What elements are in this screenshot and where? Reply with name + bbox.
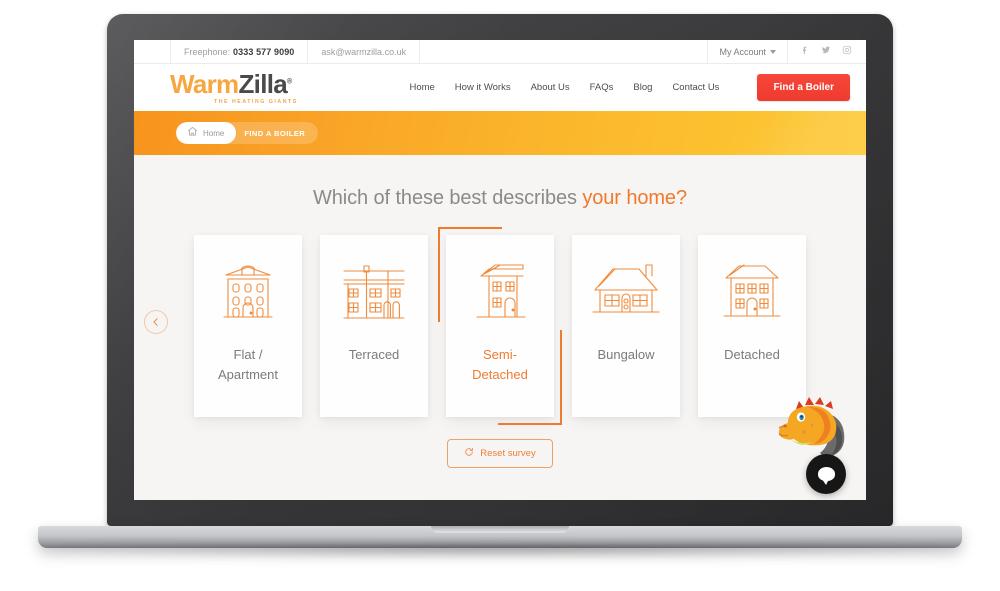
back-button[interactable] — [144, 310, 168, 334]
breadcrumb-item-home[interactable]: Home — [176, 122, 237, 144]
option-card-terraced[interactable]: Terraced — [320, 235, 428, 417]
terraced-house-icon — [320, 235, 428, 345]
website-viewport: Freephone: 0333 577 9090 ask@warmzilla.c… — [134, 40, 866, 500]
refresh-icon — [464, 447, 474, 460]
utility-spacer — [420, 40, 709, 63]
chat-bubble-icon — [817, 467, 835, 485]
nav-link-faqs[interactable]: FAQs — [590, 82, 614, 93]
breadcrumb-bar: Home FIND A BOILER — [134, 111, 866, 155]
instagram-icon[interactable] — [842, 45, 852, 58]
nav-link-how-it-works[interactable]: How it Works — [455, 82, 511, 93]
breadcrumb-home-label: Home — [203, 128, 225, 138]
chevron-left-icon — [153, 318, 158, 326]
chat-widget — [768, 395, 860, 500]
nav-link-home[interactable]: Home — [409, 82, 434, 93]
bungalow-icon — [572, 235, 680, 345]
phone-label: Freephone: — [184, 46, 231, 57]
twitter-icon[interactable] — [821, 45, 831, 58]
main-navigation: WarmZilla® THE HEATING GIANTS Home How i… — [134, 64, 866, 111]
detached-house-icon — [698, 235, 806, 345]
logo-warm-text: Warm — [170, 68, 239, 99]
email-cell[interactable]: ask@warmzilla.co.uk — [308, 40, 421, 63]
logo-tagline: THE HEATING GIANTS — [214, 98, 298, 105]
heading-highlight-text: your home? — [582, 187, 687, 209]
reset-row: Reset survey — [134, 439, 866, 468]
option-card-semi-detached[interactable]: Semi- Detached — [438, 227, 562, 425]
chevron-down-icon — [770, 49, 776, 54]
reset-survey-button[interactable]: Reset survey — [447, 439, 553, 468]
dinosaur-mascot[interactable] — [774, 395, 848, 457]
option-card-detached[interactable]: Detached — [698, 235, 806, 417]
laptop-mockup: Freephone: 0333 577 9090 ask@warmzilla.c… — [0, 0, 1000, 591]
option-label: Terraced — [348, 347, 400, 362]
nav-link-about-us[interactable]: About Us — [531, 82, 570, 93]
page-title: Which of these best describes your home? — [134, 155, 866, 210]
logo-wordmark: WarmZilla® — [170, 68, 292, 99]
facebook-icon[interactable] — [800, 45, 810, 58]
option-label: Flat / Apartment — [218, 347, 278, 382]
logo-registered-mark: ® — [287, 77, 292, 85]
heading-plain-text: Which of these best describes — [313, 187, 583, 209]
option-card-bungalow[interactable]: Bungalow — [572, 235, 680, 417]
laptop-screen: Freephone: 0333 577 9090 ask@warmzilla.c… — [134, 40, 866, 500]
breadcrumb: Home FIND A BOILER — [176, 122, 319, 144]
semi-detached-house-icon — [446, 235, 554, 345]
option-label: Semi- Detached — [472, 347, 528, 382]
chat-bubble-button[interactable] — [806, 454, 846, 494]
reset-survey-label: Reset survey — [480, 448, 536, 459]
nav-link-contact-us[interactable]: Contact Us — [672, 82, 719, 93]
phone-cell: Freephone: 0333 577 9090 — [170, 40, 309, 63]
logo-zilla-text: Zilla — [238, 68, 287, 99]
my-account-label: My Account — [719, 46, 766, 57]
option-card-flat-apartment[interactable]: Flat / Apartment — [194, 235, 302, 417]
my-account-menu[interactable]: My Account — [708, 40, 788, 63]
find-a-boiler-button[interactable]: Find a Boiler — [757, 74, 850, 101]
nav-link-blog[interactable]: Blog — [633, 82, 652, 93]
flat-apartment-icon — [194, 235, 302, 345]
social-links — [788, 40, 866, 63]
option-card-list: Flat / Apartment Terraced Semi- Detached… — [134, 227, 866, 425]
laptop-base-notch — [431, 526, 569, 533]
breadcrumb-item-current: FIND A BOILER — [224, 122, 319, 144]
utility-bar: Freephone: 0333 577 9090 ask@warmzilla.c… — [134, 40, 866, 64]
nav-link-list: Home How it Works About Us FAQs Blog Con… — [409, 74, 850, 101]
option-label: Detached — [724, 347, 780, 362]
site-logo[interactable]: WarmZilla® THE HEATING GIANTS — [170, 71, 298, 105]
laptop-shadow — [60, 545, 940, 559]
survey-content: Which of these best describes your home? — [134, 155, 866, 500]
home-icon — [187, 124, 198, 142]
option-label: Bungalow — [597, 347, 655, 362]
phone-number[interactable]: 0333 577 9090 — [233, 47, 294, 57]
